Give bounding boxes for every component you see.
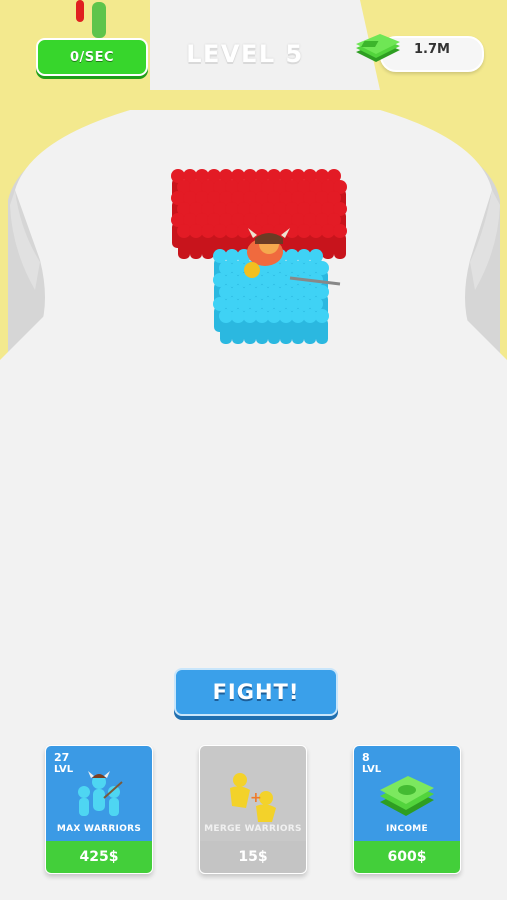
fight-button-label: FIGHT! xyxy=(212,680,300,704)
warrior-head xyxy=(213,224,227,238)
upgrade-card-merge-warriors[interactable]: + MERGE WARRIORS 15$ xyxy=(199,745,307,874)
warrior-head xyxy=(333,224,347,238)
warrior-head xyxy=(291,261,305,275)
income-rate-value: 0/SEC xyxy=(69,49,115,65)
warrior-head xyxy=(255,309,269,323)
price-value: 600$ xyxy=(387,849,427,865)
warrior-head xyxy=(243,285,257,299)
warrior-head xyxy=(309,224,323,238)
warrior-head xyxy=(267,309,281,323)
warrior-head xyxy=(315,309,329,323)
warrior-head xyxy=(261,273,275,287)
warrior-head xyxy=(279,261,293,275)
warrior-head xyxy=(225,297,239,311)
warrior-head xyxy=(177,224,191,238)
warrior-head xyxy=(213,249,227,263)
warrior-head xyxy=(213,273,227,287)
warrior-head xyxy=(279,285,293,299)
card-level-number: 27 xyxy=(54,751,70,764)
warrior-head xyxy=(189,224,203,238)
warrior-head xyxy=(213,297,227,311)
card-title: MAX WARRIORS xyxy=(56,824,142,834)
warrior-head xyxy=(291,309,305,323)
income-rate-badge: 0/SEC xyxy=(36,38,148,76)
warrior-head xyxy=(231,309,245,323)
price-button[interactable]: 425$ xyxy=(46,841,152,873)
svg-text:+: + xyxy=(250,790,262,806)
level-title: LEVEL 5 xyxy=(186,40,304,68)
price-value: 15$ xyxy=(238,849,268,865)
warrior-head xyxy=(303,309,317,323)
merge-icon: + xyxy=(230,773,276,822)
warrior-head xyxy=(261,297,275,311)
warrior-head xyxy=(273,273,287,287)
warrior-head xyxy=(309,249,323,263)
card-title: INCOME xyxy=(385,824,429,834)
warrior-head xyxy=(303,285,317,299)
card-level-number: 8 xyxy=(362,751,370,764)
warriors-icon xyxy=(78,771,123,816)
warrior-head xyxy=(225,249,239,263)
warrior-head xyxy=(309,297,323,311)
warrior-head xyxy=(225,273,239,287)
price-button[interactable]: 600$ xyxy=(354,841,460,873)
warrior-head xyxy=(273,297,287,311)
cash-stack-icon xyxy=(380,776,434,816)
warrior-head xyxy=(279,309,293,323)
warrior-head xyxy=(231,261,245,275)
warrior-head xyxy=(219,285,233,299)
warrior-head xyxy=(219,261,233,275)
warrior-head xyxy=(285,297,299,311)
warrior-head xyxy=(315,285,329,299)
warrior-head xyxy=(237,297,251,311)
warrior-head xyxy=(267,285,281,299)
price-button[interactable]: 15$ xyxy=(200,841,306,873)
warrior-head xyxy=(315,261,329,275)
warrior-head xyxy=(285,249,299,263)
warrior-head xyxy=(303,261,317,275)
warrior-head xyxy=(255,285,269,299)
warrior-head xyxy=(297,224,311,238)
fight-button[interactable]: FIGHT! xyxy=(174,668,338,716)
warrior-head xyxy=(249,297,263,311)
warrior-head xyxy=(297,297,311,311)
warrior-head xyxy=(297,249,311,263)
warrior-head xyxy=(237,224,251,238)
warrior-head xyxy=(219,309,233,323)
warrior-head xyxy=(321,224,335,238)
money-value: 1.7M xyxy=(414,42,450,57)
upgrade-card-income[interactable]: 8 LVL INCOME 600$ xyxy=(353,745,461,874)
warrior-head xyxy=(201,224,215,238)
warrior-head xyxy=(243,309,257,323)
cash-stack-icon xyxy=(356,34,400,62)
warrior-head xyxy=(291,285,305,299)
price-value: 425$ xyxy=(79,849,119,865)
warrior-head xyxy=(231,285,245,299)
card-title: MERGE WARRIORS xyxy=(204,824,302,834)
warrior-head xyxy=(225,224,239,238)
upgrade-card-max-warriors[interactable]: 27 LVL MAX WARRIORS 425$ xyxy=(45,745,153,874)
